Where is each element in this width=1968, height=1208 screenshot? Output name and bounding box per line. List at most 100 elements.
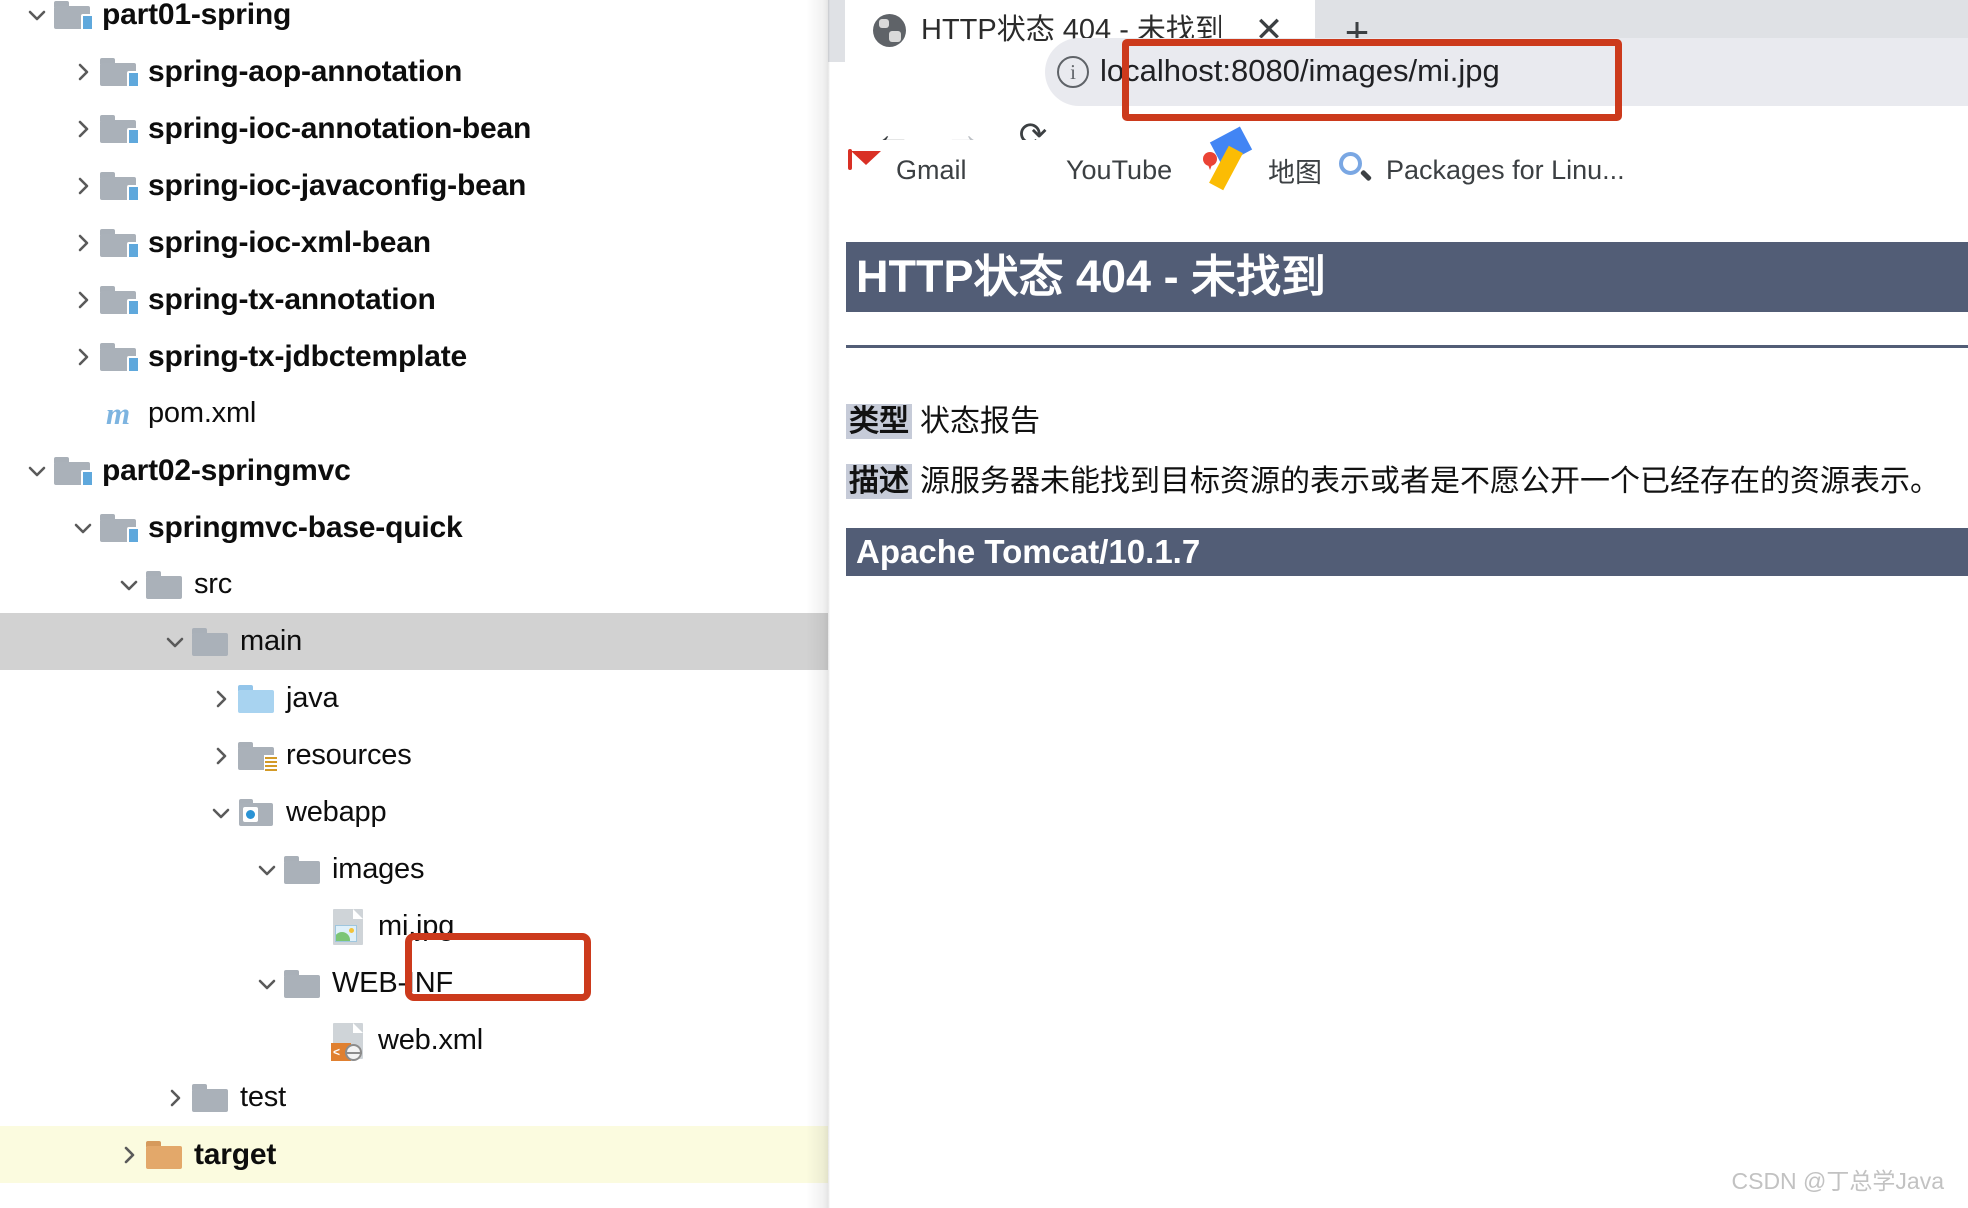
- tree-node-label: spring-tx-jdbctemplate: [148, 339, 467, 373]
- module-folder-icon: [54, 456, 94, 487]
- tree-row-web-inf[interactable]: WEB-INF: [0, 955, 828, 1012]
- chevron-down-icon[interactable]: [114, 574, 144, 596]
- tree-node-label: spring-ioc-javaconfig-bean: [148, 168, 527, 202]
- tree-node-icon: [52, 454, 94, 488]
- error-description-label: 描述: [846, 464, 912, 499]
- chevron-down-icon[interactable]: [252, 973, 282, 995]
- tree-node-label: part01-spring: [102, 0, 292, 31]
- page-title: HTTP状态 404 - 未找到: [856, 251, 1327, 302]
- module-folder-icon: [54, 0, 94, 31]
- tomcat-footer-band: Apache Tomcat/10.1.7: [846, 528, 1968, 576]
- bookmarks-bar: Gmail YouTube 地图 Packages for Linu...: [828, 126, 1968, 200]
- site-info-icon[interactable]: i: [1057, 56, 1089, 88]
- chevron-down-icon[interactable]: [22, 4, 52, 26]
- image-file-icon: [333, 908, 363, 945]
- module-folder-icon: [100, 342, 140, 373]
- module-folder-icon: [100, 57, 140, 88]
- tree-node-icon: [98, 283, 140, 317]
- horizontal-rule: [846, 345, 1968, 348]
- module-folder-icon: [100, 285, 140, 316]
- error-type-value: 状态报告: [920, 405, 1040, 438]
- module-folder-icon: [100, 228, 140, 259]
- tree-row-main[interactable]: main: [0, 613, 828, 670]
- screenshot-root: part01-spring spring-aop-annotation spring…: [0, 0, 1968, 1208]
- chevron-down-icon[interactable]: [68, 517, 98, 539]
- target-folder-icon: [146, 1140, 182, 1169]
- folder-icon: [146, 570, 182, 599]
- chevron-down-icon[interactable]: [206, 802, 236, 824]
- tree-node-label: webapp: [286, 796, 387, 828]
- tree-node-label: target: [194, 1137, 277, 1171]
- folder-icon: [284, 969, 320, 998]
- tree-node-label: part02-springmvc: [102, 453, 351, 487]
- tree-row-pom-xml-1[interactable]: m pom.xml: [0, 385, 828, 442]
- tree-node-icon: [52, 0, 94, 32]
- tree-row-mi-jpg[interactable]: mi.jpg: [0, 898, 828, 955]
- error-description-value: 源服务器未能找到目标资源的表示或者是不愿公开一个已经存在的资源表示。: [920, 465, 1940, 498]
- tree-node-label: resources: [286, 739, 412, 771]
- tree-node-label: main: [240, 625, 303, 657]
- tree-row-part01-spring[interactable]: part01-spring: [0, 0, 828, 43]
- bookmark-label: Packages for Linu...: [1386, 154, 1625, 185]
- tree-node-icon: [282, 967, 322, 1001]
- tree-node-icon: [236, 739, 278, 773]
- tree-node-label: test: [240, 1081, 286, 1113]
- tree-row-part02-springmvc[interactable]: part02-springmvc: [0, 442, 828, 499]
- tree-row-spring-tx-jdbctemplate[interactable]: spring-tx-jdbctemplate: [0, 328, 828, 385]
- project-tree-panel: part01-spring spring-aop-annotation spring…: [0, 0, 828, 1208]
- bookmark-maps[interactable]: 地图: [1203, 126, 1322, 200]
- tree-node-icon: [190, 625, 230, 659]
- bookmark-youtube[interactable]: YouTube: [1018, 140, 1172, 200]
- tree-row-webapp[interactable]: webapp: [0, 784, 828, 841]
- tree-row-target[interactable]: target: [0, 1126, 828, 1183]
- tree-node-icon: [98, 511, 140, 545]
- tree-row-spring-ioc-xml-bean[interactable]: spring-ioc-xml-bean: [0, 214, 828, 271]
- tree-row-spring-tx-annotation[interactable]: spring-tx-annotation: [0, 271, 828, 328]
- webapp-folder-icon: [239, 799, 273, 826]
- chevron-down-icon[interactable]: [252, 859, 282, 881]
- folder-icon: [284, 855, 320, 884]
- tree-node-label: WEB-INF: [332, 967, 454, 999]
- tree-node-icon: [144, 568, 184, 602]
- bookmark-gmail[interactable]: Gmail: [848, 140, 967, 200]
- address-bar-url[interactable]: localhost:8080/images/mi.jpg: [1100, 48, 1500, 94]
- tree-row-java[interactable]: java: [0, 670, 828, 727]
- tree-node-icon: [98, 112, 140, 146]
- tree-row-springmvc-base-quick[interactable]: springmvc-base-quick: [0, 499, 828, 556]
- tree-node-icon: [98, 340, 140, 374]
- chevron-down-icon[interactable]: [22, 460, 52, 482]
- tree-node-label: spring-aop-annotation: [148, 54, 463, 88]
- module-folder-icon: [100, 114, 140, 145]
- tree-row-spring-ioc-annotation-bean[interactable]: spring-ioc-annotation-bean: [0, 100, 828, 157]
- chevron-right-icon[interactable]: [68, 61, 98, 83]
- module-folder-icon: [100, 171, 140, 202]
- chevron-right-icon[interactable]: [114, 1144, 144, 1166]
- chevron-right-icon[interactable]: [68, 175, 98, 197]
- tree-node-icon: [282, 853, 322, 887]
- tree-row-images[interactable]: images: [0, 841, 828, 898]
- chrome-browser-window: HTTP状态 404 - 未找到 ✕ + ← → ⟳ Gmail YouTube 地…: [828, 0, 1968, 1208]
- tree-node-icon: [328, 908, 368, 945]
- chevron-down-icon[interactable]: [160, 631, 190, 653]
- error-title-band: HTTP状态 404 - 未找到: [846, 242, 1968, 312]
- bookmark-label: Gmail: [896, 154, 967, 185]
- chevron-right-icon[interactable]: [160, 1087, 190, 1109]
- tree-row-spring-aop-annotation[interactable]: spring-aop-annotation: [0, 43, 828, 100]
- tree-node-label: spring-tx-annotation: [148, 282, 436, 316]
- bookmark-packages[interactable]: Packages for Linu...: [1338, 140, 1625, 200]
- tomcat-error-page: HTTP状态 404 - 未找到 类型 状态报告 描述 源服务器未能找到目标资源的表…: [828, 200, 1968, 1208]
- tree-row-web-xml[interactable]: < web.xml: [0, 1012, 828, 1069]
- chevron-right-icon[interactable]: [206, 688, 236, 710]
- chevron-right-icon[interactable]: [68, 346, 98, 368]
- tree-row-spring-ioc-javaconfig-bean[interactable]: spring-ioc-javaconfig-bean: [0, 157, 828, 214]
- chevron-right-icon[interactable]: [68, 289, 98, 311]
- tree-row-resources[interactable]: resources: [0, 727, 828, 784]
- maps-icon: [1203, 126, 1258, 191]
- chevron-right-icon[interactable]: [68, 232, 98, 254]
- chevron-right-icon[interactable]: [206, 745, 236, 767]
- tree-row-test[interactable]: test: [0, 1069, 828, 1126]
- resources-folder-icon: [238, 741, 278, 773]
- youtube-icon: [1018, 151, 1056, 189]
- chevron-right-icon[interactable]: [68, 118, 98, 140]
- tree-row-src[interactable]: src: [0, 556, 828, 613]
